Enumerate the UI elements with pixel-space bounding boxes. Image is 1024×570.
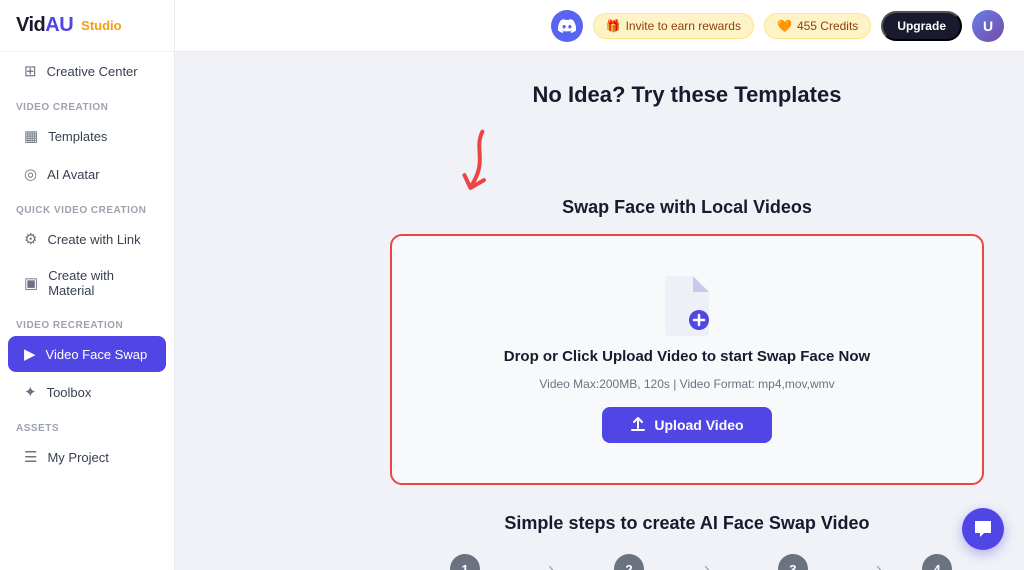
step-1-circle: 1 [450, 554, 480, 570]
step-4: 4 Save and share your results. [890, 554, 984, 570]
credits-display: 🧡 455 Credits [764, 13, 871, 39]
chat-icon [973, 519, 993, 539]
heart-icon: 🧡 [777, 19, 792, 33]
section-label-assets: Assets [0, 411, 174, 438]
user-avatar[interactable]: U [972, 10, 1004, 42]
section-label-video-creation: Video Creation [0, 90, 174, 117]
logo-text: VidAU [16, 14, 73, 37]
gift-icon: 🎁 [606, 19, 621, 33]
file-upload-icon [661, 276, 713, 336]
sidebar-item-ai-avatar[interactable]: ◎ AI Avatar [8, 156, 166, 192]
brand-vid: Vid [16, 14, 45, 36]
templates-label: Templates [48, 129, 107, 144]
upload-btn-label: Upload Video [654, 417, 743, 433]
step-arrow-3: › [868, 559, 890, 570]
brand-studio: Studio [81, 18, 121, 33]
step-2-circle: 2 [614, 554, 644, 570]
red-arrow-icon [438, 120, 521, 215]
step-3-circle: 3 [778, 554, 808, 570]
upgrade-button[interactable]: Upgrade [881, 11, 962, 41]
invite-label: Invite to earn rewards [626, 19, 741, 33]
topbar: 🎁 Invite to earn rewards 🧡 455 Credits U… [175, 0, 1024, 52]
sidebar-item-creative-center[interactable]: ⊞ Creative Center [8, 53, 166, 89]
project-icon: ☰ [24, 448, 37, 466]
step-arrow-1: › [540, 559, 562, 570]
sidebar-creative-center-label: Creative Center [47, 64, 138, 79]
sidebar-item-create-link[interactable]: ⚙ Create with Link [8, 221, 166, 257]
create-link-label: Create with Link [47, 232, 140, 247]
upload-main-text: Drop or Click Upload Video to start Swap… [504, 348, 870, 365]
credits-label: 455 Credits [797, 19, 858, 33]
toolbox-icon: ✦ [24, 383, 37, 401]
grid-icon: ⊞ [24, 62, 37, 80]
upload-video-button[interactable]: Upload Video [602, 407, 771, 443]
sidebar-item-create-material[interactable]: ▣ Create with Material [8, 259, 166, 307]
sidebar: VidAU Studio ⊞ Creative Center Video Cre… [0, 0, 175, 570]
ai-avatar-label: AI Avatar [47, 167, 100, 182]
discord-button[interactable] [551, 10, 583, 42]
main-content: No Idea? Try these Templates Swap Face w… [350, 52, 1024, 570]
sidebar-item-video-face-swap[interactable]: ▶ Video Face Swap [8, 336, 166, 372]
avatar-initials: U [972, 10, 1004, 42]
arrow-hint [390, 128, 984, 207]
material-icon: ▣ [24, 274, 38, 292]
sidebar-item-toolbox[interactable]: ✦ Toolbox [8, 374, 166, 410]
face-swap-icon: ▶ [24, 345, 36, 363]
steps-row: 1 Uploading the video clip whose charact… [390, 554, 984, 570]
sidebar-item-my-project[interactable]: ☰ My Project [8, 439, 166, 475]
chat-support-button[interactable] [962, 508, 1004, 550]
step-4-circle: 4 [922, 554, 952, 570]
step-arrow-2: › [696, 559, 718, 570]
video-face-swap-label: Video Face Swap [46, 347, 148, 362]
section-label-video-recreation: Video Recreation [0, 308, 174, 335]
section-label-quick-video: Quick Video Creation [0, 193, 174, 220]
link-icon: ⚙ [24, 230, 37, 248]
upload-sub-text: Video Max:200MB, 120s | Video Format: mp… [539, 377, 834, 391]
ai-avatar-icon: ◎ [24, 165, 37, 183]
logo: VidAU Studio [0, 0, 174, 52]
step-1: 1 Uploading the video clip whose charact… [390, 554, 540, 570]
brand-au: AU [45, 14, 73, 36]
templates-icon: ▦ [24, 127, 38, 145]
step-2: 2 Choose the faces you want to swap with… [562, 554, 696, 570]
step-3: 3 With just one click, let VidAU generat… [718, 554, 868, 570]
upload-dropzone[interactable]: Drop or Click Upload Video to start Swap… [390, 234, 984, 485]
upload-icon [630, 417, 646, 433]
sidebar-item-templates[interactable]: ▦ Templates [8, 118, 166, 154]
toolbox-label: Toolbox [47, 385, 92, 400]
invite-rewards-button[interactable]: 🎁 Invite to earn rewards [593, 13, 754, 39]
steps-title: Simple steps to create AI Face Swap Vide… [390, 513, 984, 534]
create-material-label: Create with Material [48, 268, 150, 298]
page-title: No Idea? Try these Templates [390, 82, 984, 108]
my-project-label: My Project [47, 450, 108, 465]
